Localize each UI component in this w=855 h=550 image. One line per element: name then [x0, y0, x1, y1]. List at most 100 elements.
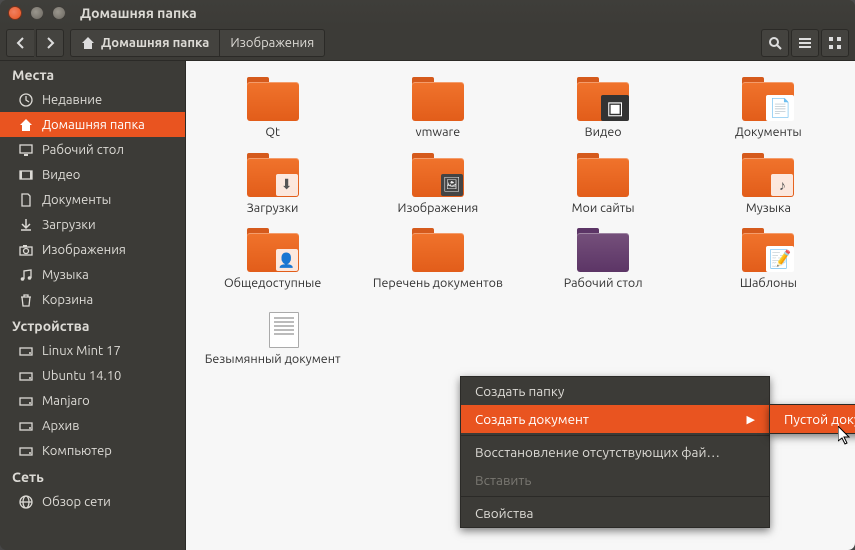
- sidebar-item[interactable]: Архив: [0, 413, 185, 438]
- sidebar-item[interactable]: Linux Mint 17: [0, 338, 185, 363]
- sidebar-item[interactable]: Компьютер: [0, 438, 185, 463]
- drive-icon: [18, 419, 34, 433]
- menu-separator: [461, 435, 769, 436]
- folder-item[interactable]: ♪ Музыка: [688, 149, 849, 221]
- item-label: Перечень документов: [373, 276, 503, 292]
- breadcrumb-home[interactable]: Домашняя папка: [70, 29, 219, 57]
- item-label: Общедоступные: [224, 276, 321, 292]
- sidebar-item[interactable]: Загрузки: [0, 212, 185, 237]
- titlebar[interactable]: Домашняя папка: [0, 0, 855, 26]
- sidebar-item[interactable]: Manjaro: [0, 388, 185, 413]
- sidebar-item-label: Недавние: [42, 93, 102, 107]
- window-close-button[interactable]: [8, 6, 22, 20]
- desktop-icon: [18, 143, 34, 157]
- folder-item[interactable]: Рабочий стол: [523, 224, 684, 296]
- sidebar-item[interactable]: Изображения: [0, 237, 185, 262]
- context-menu-item-label: Создать папку: [475, 383, 564, 399]
- folder-icon: ⬇: [247, 153, 299, 197]
- folder-item[interactable]: ▣Видео: [523, 73, 684, 145]
- window-maximize-button[interactable]: [52, 6, 66, 20]
- folder-item[interactable]: vmware: [357, 73, 518, 145]
- item-label: vmware: [416, 125, 461, 141]
- sidebar-item-label: Корзина: [42, 293, 93, 307]
- folder-item[interactable]: 📝Шаблоны: [688, 224, 849, 296]
- sidebar-item[interactable]: Видео: [0, 162, 185, 187]
- context-menu-item[interactable]: Создать документ▶: [461, 405, 769, 433]
- cursor-icon: [838, 426, 854, 446]
- sidebar-item[interactable]: Ubuntu 14.10: [0, 363, 185, 388]
- sidebar-item-label: Загрузки: [42, 218, 96, 232]
- toolbar: Домашняя папка Изображения: [0, 26, 855, 61]
- context-menu-item[interactable]: Свойства: [461, 499, 769, 527]
- view-grid-button[interactable]: [821, 29, 849, 57]
- folder-icon: [577, 228, 629, 272]
- folder-icon: [412, 77, 464, 121]
- file-item[interactable]: Безымянный документ: [192, 300, 353, 372]
- window-minimize-button[interactable]: [30, 6, 44, 20]
- search-button[interactable]: [761, 29, 789, 57]
- sidebar-item-label: Архив: [42, 419, 79, 433]
- sidebar-item-label: Домашняя папка: [42, 118, 145, 132]
- folder-item[interactable]: Qt: [192, 73, 353, 145]
- folder-item[interactable]: 📄Документы: [688, 73, 849, 145]
- breadcrumb-segment[interactable]: Изображения: [219, 29, 325, 57]
- folder-icon: ♪: [742, 153, 794, 197]
- item-label: Изображения: [398, 201, 479, 217]
- sidebar-item-label: Рабочий стол: [42, 143, 124, 157]
- folder-icon: 🖼: [412, 153, 464, 197]
- folder-icon: 📝: [742, 228, 794, 272]
- sidebar[interactable]: Места Недавние Домашняя папка Рабочий стол В…: [0, 61, 186, 550]
- sidebar-item-label: Manjaro: [42, 394, 90, 408]
- folder-icon: [577, 153, 629, 197]
- item-label: Мои сайты: [572, 201, 635, 217]
- items-grid: Qt vmware ▣Видео📄Документы ⬇Загрузки 🖼 Изобра…: [192, 73, 849, 372]
- clock-icon: [18, 93, 34, 107]
- home-icon: [18, 118, 34, 132]
- menu-separator: [461, 496, 769, 497]
- sidebar-item[interactable]: Недавние: [0, 87, 185, 112]
- nav-forward-button[interactable]: [36, 29, 64, 57]
- folder-item[interactable]: Мои сайты: [523, 149, 684, 221]
- sidebar-item[interactable]: Музыка: [0, 262, 185, 287]
- body: Места Недавние Домашняя папка Рабочий стол В…: [0, 61, 855, 550]
- sidebar-item[interactable]: Домашняя папка: [0, 112, 185, 137]
- folder-item[interactable]: ⬇Загрузки: [192, 149, 353, 221]
- folder-item[interactable]: 👤 Общедоступные: [192, 224, 353, 296]
- sidebar-group-header: Устройства: [0, 312, 185, 338]
- sidebar-item[interactable]: Корзина: [0, 287, 185, 312]
- item-label: Музыка: [746, 201, 791, 217]
- folder-icon: ▣: [577, 77, 629, 121]
- item-label: Qt: [265, 125, 280, 141]
- sidebar-item[interactable]: Рабочий стол: [0, 137, 185, 162]
- submenu-item-label: Пустой документ: [784, 411, 855, 427]
- item-label: Рабочий стол: [564, 276, 643, 292]
- view-list-button[interactable]: [791, 29, 819, 57]
- list-icon: [798, 36, 812, 50]
- sidebar-item[interactable]: Документы: [0, 187, 185, 212]
- sidebar-item-label: Изображения: [42, 243, 126, 257]
- context-menu-item-label: Свойства: [475, 505, 533, 521]
- item-label: Безымянный документ: [205, 352, 341, 368]
- context-menu[interactable]: Создать папку Создать документ▶ Восстановл…: [460, 376, 770, 528]
- nav-back-button[interactable]: [6, 29, 34, 57]
- context-menu-item[interactable]: Восстановление отсутствующих фай…: [461, 438, 769, 466]
- content-area[interactable]: Qt vmware ▣Видео📄Документы ⬇Загрузки 🖼 Изобра…: [186, 61, 855, 550]
- doc-icon: [18, 193, 34, 207]
- sidebar-group-header: Места: [0, 61, 185, 87]
- context-menu-item-label: Вставить: [475, 472, 531, 488]
- folder-icon: 👤: [247, 228, 299, 272]
- context-menu-item[interactable]: Создать папку: [461, 377, 769, 405]
- grid-icon: [828, 36, 842, 50]
- file-manager-window: Домашняя папка Домашняя папка Изображени…: [0, 0, 855, 550]
- folder-item[interactable]: 🖼 Изображения: [357, 149, 518, 221]
- sidebar-item-label: Музыка: [42, 268, 89, 282]
- folder-icon: 📄: [742, 77, 794, 121]
- sidebar-item[interactable]: Обзор сети: [0, 489, 185, 514]
- video-icon: [18, 168, 34, 182]
- context-menu-item: Вставить: [461, 466, 769, 494]
- chevron-left-icon: [16, 37, 26, 49]
- folder-item[interactable]: Перечень документов: [357, 224, 518, 296]
- breadcrumb: Домашняя папка Изображения: [70, 29, 759, 57]
- sidebar-item-label: Обзор сети: [42, 495, 111, 509]
- download-icon: [18, 218, 34, 232]
